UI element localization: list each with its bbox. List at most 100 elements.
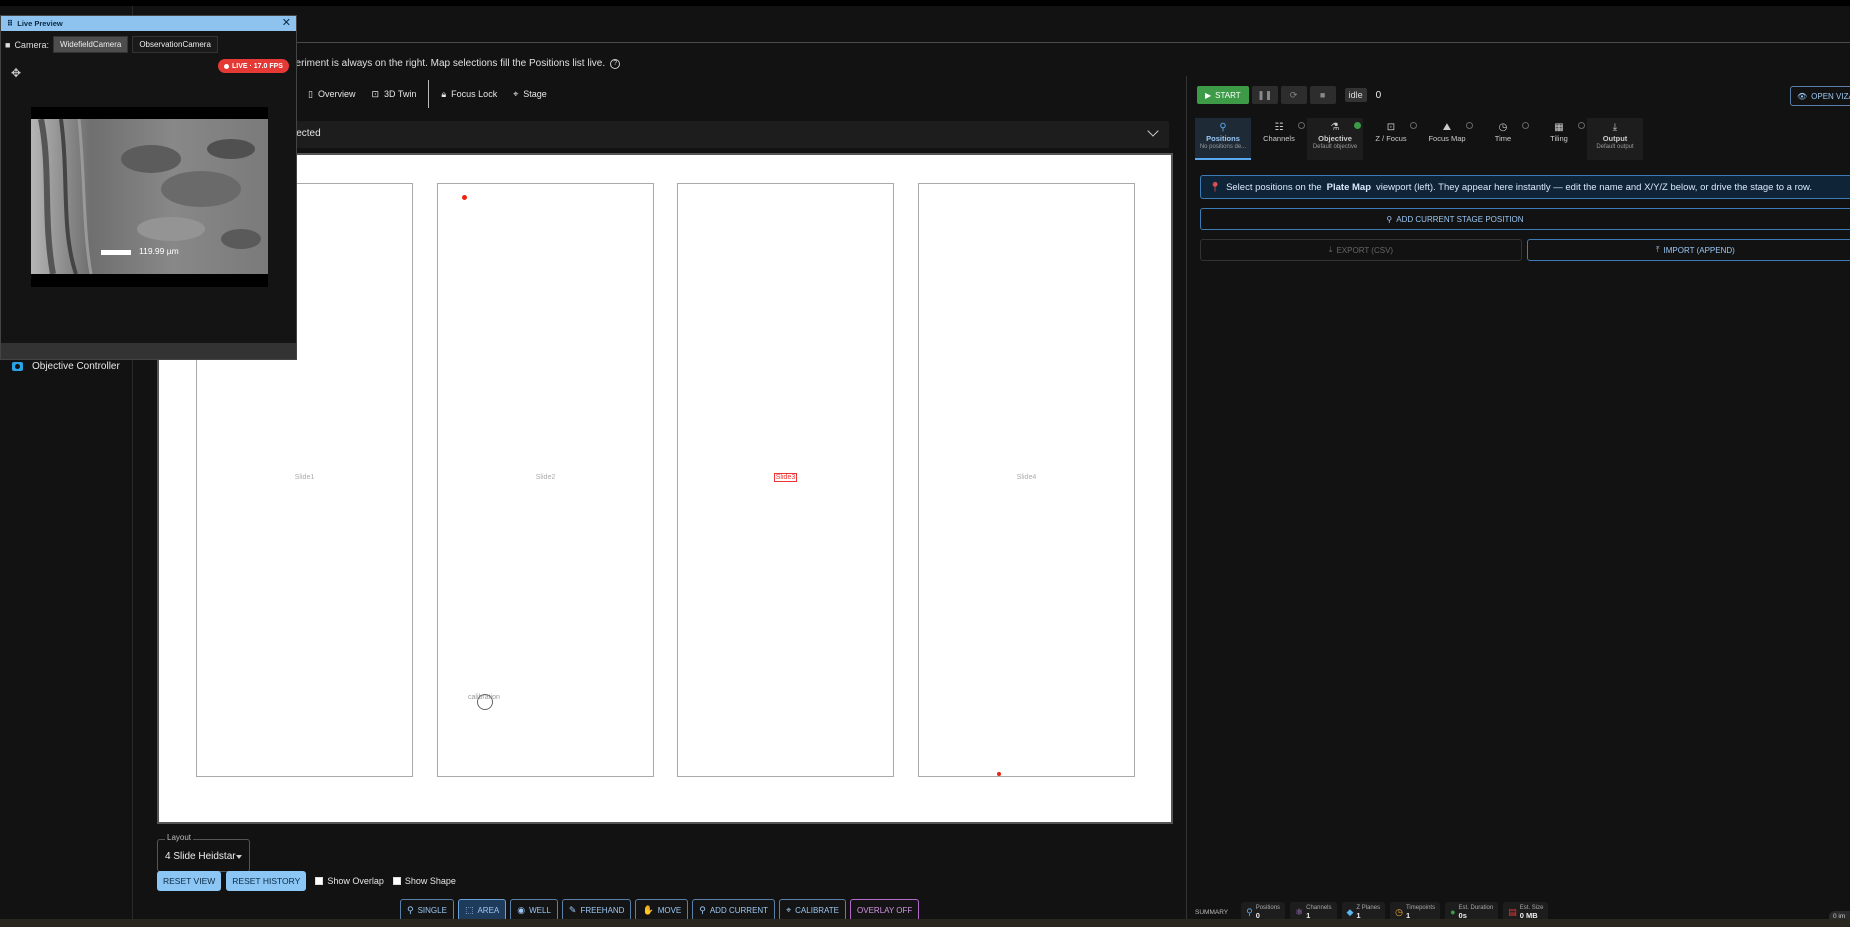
pause-button[interactable]: ❚❚ xyxy=(1251,86,1278,104)
start-label: START xyxy=(1215,90,1241,100)
camera-selector: ■ Camera: WidefieldCamera ObservationCam… xyxy=(5,36,218,53)
scale-label: 119.99 µm xyxy=(139,246,179,256)
area-icon: ⬚ xyxy=(464,904,474,915)
export-csv-button[interactable]: ⤓ EXPORT (CSV) xyxy=(1200,239,1522,261)
show-overlap-checkbox[interactable]: Show Overlap xyxy=(315,876,384,886)
download-icon: ⤓ xyxy=(1612,122,1618,133)
camera-option-observation[interactable]: ObservationCamera xyxy=(132,36,218,53)
tab-label: Stage xyxy=(523,89,547,99)
positions-info-banner: 📍︎ Select positions on the Plate Map vie… xyxy=(1200,175,1850,199)
help-icon[interactable]: ? xyxy=(610,58,621,69)
tab-label: Time xyxy=(1494,134,1512,143)
experiment-tabs: ⚲ Positions No positions de... ☷ Channel… xyxy=(1195,118,1643,160)
single-tool-button[interactable]: ⚲ SINGLE xyxy=(400,899,454,921)
layout-legend: Layout xyxy=(165,833,194,842)
tab-focus-lock[interactable]: 🔒︎ Focus Lock xyxy=(433,82,505,106)
status-ring xyxy=(1298,122,1305,129)
crosshair-icon: ⌖ xyxy=(786,904,792,915)
checkbox-box[interactable] xyxy=(315,877,324,885)
status-ring xyxy=(1578,122,1585,129)
chip-label: Timepoints xyxy=(1405,905,1436,911)
area-tool-button[interactable]: ⬚ AREA xyxy=(457,899,507,921)
tab-3d-twin[interactable]: ⊡ 3D Twin xyxy=(363,82,424,106)
pin-icon: 📍︎ xyxy=(1209,181,1222,193)
calibrate-button[interactable]: ⌖ CALIBRATE xyxy=(779,899,847,921)
drag-handle-icon[interactable]: ⠿ xyxy=(7,19,13,28)
add-current-stage-position-button[interactable]: ⚲ ADD CURRENT STAGE POSITION xyxy=(1200,208,1850,230)
tab-stage[interactable]: ⌖ Stage xyxy=(505,82,555,106)
slide-4[interactable]: Slide4 xyxy=(918,183,1135,777)
live-preview-window[interactable]: ⠿ Live Preview ✕ ■ Camera: WidefieldCame… xyxy=(0,15,297,360)
slide-2[interactable]: Slide2 calibration xyxy=(437,183,654,777)
tool-label: OVERLAY OFF xyxy=(857,905,913,915)
well-tool-button[interactable]: ◉ WELL xyxy=(510,899,558,921)
import-append-button[interactable]: ⤒ IMPORT (APPEND) xyxy=(1527,239,1850,261)
live-dot-icon xyxy=(224,63,229,69)
slide-label: Slide3 xyxy=(773,473,798,482)
move-tool-button[interactable]: ✋ MOVE xyxy=(635,899,689,921)
reset-view-button[interactable]: RESET VIEW xyxy=(157,871,222,891)
tab-time[interactable]: ◷ Time xyxy=(1475,118,1531,160)
map-icon: ▯ xyxy=(308,88,313,99)
tab-label: 3D Twin xyxy=(384,89,417,99)
move-icon[interactable]: ✥ xyxy=(11,66,21,80)
live-preview-titlebar[interactable]: ⠿ Live Preview ✕ xyxy=(1,16,296,31)
tab-overview[interactable]: ▯ Overview xyxy=(300,82,363,106)
tab-positions[interactable]: ⚲ Positions No positions de... xyxy=(1195,118,1251,160)
tool-label: WELL xyxy=(529,905,551,915)
overlay-toggle-button[interactable]: OVERLAY OFF xyxy=(850,899,920,921)
hint-text: periment is always on the right. Map sel… xyxy=(290,58,606,69)
live-fps-badge: LIVE · 17.0 FPS xyxy=(218,59,289,73)
calibration-marker[interactable] xyxy=(477,694,493,710)
plate-map-canvas[interactable]: Slide1 Slide2 calibration Slide3 Slide4 xyxy=(157,153,1173,824)
pin-icon: ⚲ xyxy=(699,904,706,915)
run-controls: ▶ START ❚❚ ⟳ ■ idle 0 xyxy=(1197,86,1381,104)
tab-channels[interactable]: ☷ Channels xyxy=(1251,118,1307,160)
info-text: viewport (left). They appear here instan… xyxy=(1376,181,1813,193)
checkbox-box[interactable] xyxy=(392,877,401,885)
status-ring xyxy=(1522,122,1529,129)
selection-accordion[interactable]: lected xyxy=(157,121,1169,148)
tab-focus-map[interactable]: ⛰ Focus Map xyxy=(1419,118,1475,160)
pin-icon: ⚲ xyxy=(407,904,414,915)
help-hint: periment is always on the right. Map sel… xyxy=(290,58,621,69)
tab-objective[interactable]: ⚗ Objective Default objective xyxy=(1307,118,1363,160)
tab-label: Focus Lock xyxy=(451,89,498,99)
tab-sub: Default output xyxy=(1596,144,1634,150)
start-button[interactable]: ▶ START xyxy=(1197,86,1249,104)
resume-button[interactable]: ⟳ xyxy=(1280,86,1307,104)
map-controls: RESET VIEW RESET HISTORY Show Overlap Sh… xyxy=(157,871,456,891)
add-current-button[interactable]: ⚲ ADD CURRENT xyxy=(692,899,776,921)
layout-select[interactable]: Layout 4 Slide Heidstar xyxy=(157,833,250,872)
timer-icon: ● xyxy=(1450,907,1456,917)
slide-3[interactable]: Slide3 xyxy=(677,183,894,777)
freehand-tool-button[interactable]: ✎ FREEHAND xyxy=(561,899,632,921)
reset-history-button[interactable]: RESET HISTORY xyxy=(226,871,307,891)
tab-z-focus[interactable]: ⊡ Z / Focus xyxy=(1363,118,1419,160)
open-viz-button[interactable]: 👁︎ OPEN VIZA xyxy=(1790,86,1850,106)
video-icon: ■ xyxy=(5,39,11,50)
tab-tiling[interactable]: ▦ Tiling xyxy=(1531,118,1587,160)
chevron-down-icon[interactable] xyxy=(1147,125,1159,137)
close-icon[interactable]: ✕ xyxy=(282,16,291,31)
position-marker[interactable] xyxy=(462,195,467,200)
slide-label: Slide2 xyxy=(535,474,556,481)
checkbox-label: Show Overlap xyxy=(327,876,384,886)
checkbox-label: Show Shape xyxy=(404,876,456,886)
position-marker[interactable] xyxy=(997,772,1001,776)
tab-output[interactable]: ⤓ Output Default output xyxy=(1587,118,1643,160)
stop-button[interactable]: ■ xyxy=(1309,86,1336,104)
button-label: EXPORT (CSV) xyxy=(1336,245,1394,255)
panel-divider[interactable] xyxy=(1186,76,1187,927)
tool-label: FREEHAND xyxy=(580,905,625,915)
hand-icon: ✋ xyxy=(642,904,654,915)
button-label: IMPORT (APPEND) xyxy=(1663,245,1735,255)
live-preview-footer[interactable] xyxy=(1,343,296,359)
run-count: 0 xyxy=(1375,89,1382,101)
sidebar-item-objective-controller[interactable]: Objective Controller xyxy=(12,361,120,372)
tab-sub: No positions de... xyxy=(1199,144,1247,150)
show-shape-checkbox[interactable]: Show Shape xyxy=(392,876,456,886)
camera-option-widefield[interactable]: WidefieldCamera xyxy=(52,36,129,53)
divider xyxy=(428,80,430,108)
pin-icon: ⚲ xyxy=(1246,906,1253,917)
